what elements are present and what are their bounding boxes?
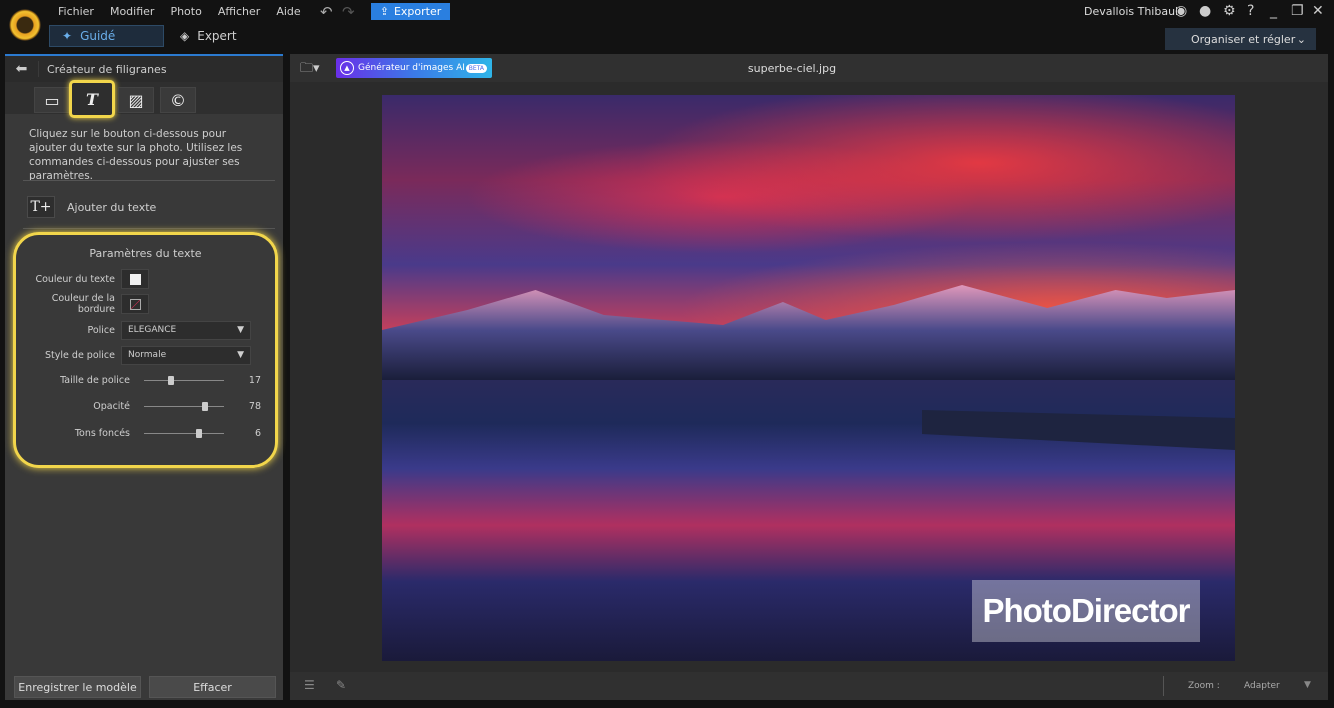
account-icon[interactable]: ◉ — [1175, 3, 1187, 19]
menu-afficher[interactable]: Afficher — [218, 5, 260, 18]
tab-expert[interactable]: ◈ Expert — [180, 25, 237, 47]
opacity-label: Opacité — [93, 400, 130, 412]
user-name: Devallois Thibault — [1084, 5, 1183, 18]
font-style-select[interactable]: Normale ▼ — [121, 345, 251, 365]
add-text-icon: T+ — [27, 196, 55, 218]
image-icon[interactable]: ▨ — [118, 87, 154, 113]
menu-fichier[interactable]: Fichier — [58, 5, 94, 18]
restore-icon[interactable]: ❐ — [1291, 3, 1304, 19]
file-name: superbe-ciel.jpg — [747, 62, 837, 75]
minimize-icon[interactable]: _ — [1270, 3, 1277, 19]
menu-modifier[interactable]: Modifier — [110, 5, 154, 18]
viewer-bottom-bar: ☰ ✎ Zoom : Adapter ▼ — [290, 672, 1328, 700]
params-title: Paramètres du texte — [89, 247, 202, 260]
add-text-button[interactable]: T+ Ajouter du texte — [27, 196, 156, 218]
menu-photo[interactable]: Photo — [170, 5, 201, 18]
divider — [23, 180, 275, 181]
help-icon[interactable]: ? — [1247, 3, 1254, 19]
text-icon[interactable]: T — [69, 80, 115, 118]
text-parameters: Paramètres du texte Couleur du texte Cou… — [13, 232, 278, 468]
viewer-toolbar: 🗀▾ ▲ Générateur d'images AI BETA superbe-c… — [290, 54, 1328, 82]
panel-description: Cliquez sur le bouton ci-dessous pour aj… — [29, 128, 243, 182]
tab-guided[interactable]: ✦ Guidé — [49, 25, 164, 47]
font-label: Police — [87, 324, 115, 336]
close-icon[interactable]: ✕ — [1312, 3, 1324, 19]
menu-aide[interactable]: Aide — [276, 5, 300, 18]
mountains — [382, 285, 1235, 380]
slider-thumb[interactable] — [196, 428, 202, 438]
font-select[interactable]: ELEGANCE ▼ — [121, 320, 251, 340]
clear-button[interactable]: Effacer — [149, 676, 276, 698]
border-color-label: Couleur de la bordure — [51, 293, 115, 315]
watermark-panel: ⬅ Créateur de filigranes ▭ T ▨ © Cliquez… — [5, 54, 283, 700]
font-style-label: Style de police — [45, 349, 115, 361]
photo-canvas[interactable]: PhotoDirector — [382, 95, 1235, 661]
zoom-label: Zoom : — [1188, 681, 1220, 691]
opacity-value: 78 — [248, 400, 261, 412]
divider — [23, 228, 275, 229]
font-size-label: Taille de police — [60, 374, 130, 386]
border-color-swatch[interactable] — [121, 294, 149, 314]
shadow-slider[interactable] — [144, 428, 224, 438]
photo-viewer: 🗀▾ ▲ Générateur d'images AI BETA superbe-c… — [290, 54, 1328, 700]
brush-icon[interactable]: ✎ — [336, 678, 346, 692]
text-color-label: Couleur du texte — [35, 273, 115, 285]
list-icon[interactable]: ☰ — [304, 678, 315, 692]
zoom-select[interactable]: Adapter — [1244, 681, 1280, 691]
copyright-icon[interactable]: © — [160, 87, 196, 113]
chevron-down-icon: ⌄ — [1296, 32, 1306, 46]
magic-wand-icon: ✦ — [62, 29, 73, 43]
export-button[interactable]: ⇪ Exporter — [371, 3, 450, 20]
slider-thumb[interactable] — [168, 375, 174, 385]
dropdown-arrow-icon: ▼ — [237, 325, 244, 335]
opacity-slider[interactable] — [144, 401, 224, 411]
workspace-dropdown[interactable]: Organiser et régler ⌄ — [1165, 28, 1316, 50]
panel-title: Créateur de filigranes — [47, 62, 167, 76]
panel-header: ⬅ Créateur de filigranes — [5, 56, 283, 82]
layers-icon: ◈ — [180, 29, 190, 43]
shadow-label: Tons foncés — [74, 427, 130, 439]
back-arrow-icon[interactable]: ⬅ — [5, 61, 39, 77]
save-template-button[interactable]: Enregistrer le modèle — [14, 676, 141, 698]
upload-icon: ⇪ — [379, 5, 389, 18]
dropdown-arrow-icon[interactable]: ▼ — [1304, 680, 1311, 690]
notification-icon[interactable]: ● — [1199, 3, 1211, 19]
shadow-value: 6 — [254, 427, 261, 439]
font-size-value: 17 — [248, 374, 261, 386]
watermark-type-tabs: ▭ T ▨ © — [5, 80, 283, 118]
redo-icon[interactable]: ↷ — [342, 3, 355, 21]
slider-thumb[interactable] — [202, 401, 208, 411]
settings-icon[interactable]: ⚙ — [1223, 3, 1236, 19]
menu-bar: Fichier Modifier Photo Afficher Aide — [58, 5, 301, 18]
font-size-slider[interactable] — [144, 375, 224, 385]
text-color-swatch[interactable] — [121, 269, 149, 289]
pier — [922, 410, 1235, 450]
rectangle-icon[interactable]: ▭ — [34, 87, 70, 113]
undo-icon[interactable]: ↶ — [320, 3, 333, 21]
watermark-text[interactable]: PhotoDirector — [972, 580, 1200, 642]
dropdown-arrow-icon: ▼ — [237, 350, 244, 360]
app-logo — [9, 9, 41, 41]
divider — [1163, 676, 1164, 696]
